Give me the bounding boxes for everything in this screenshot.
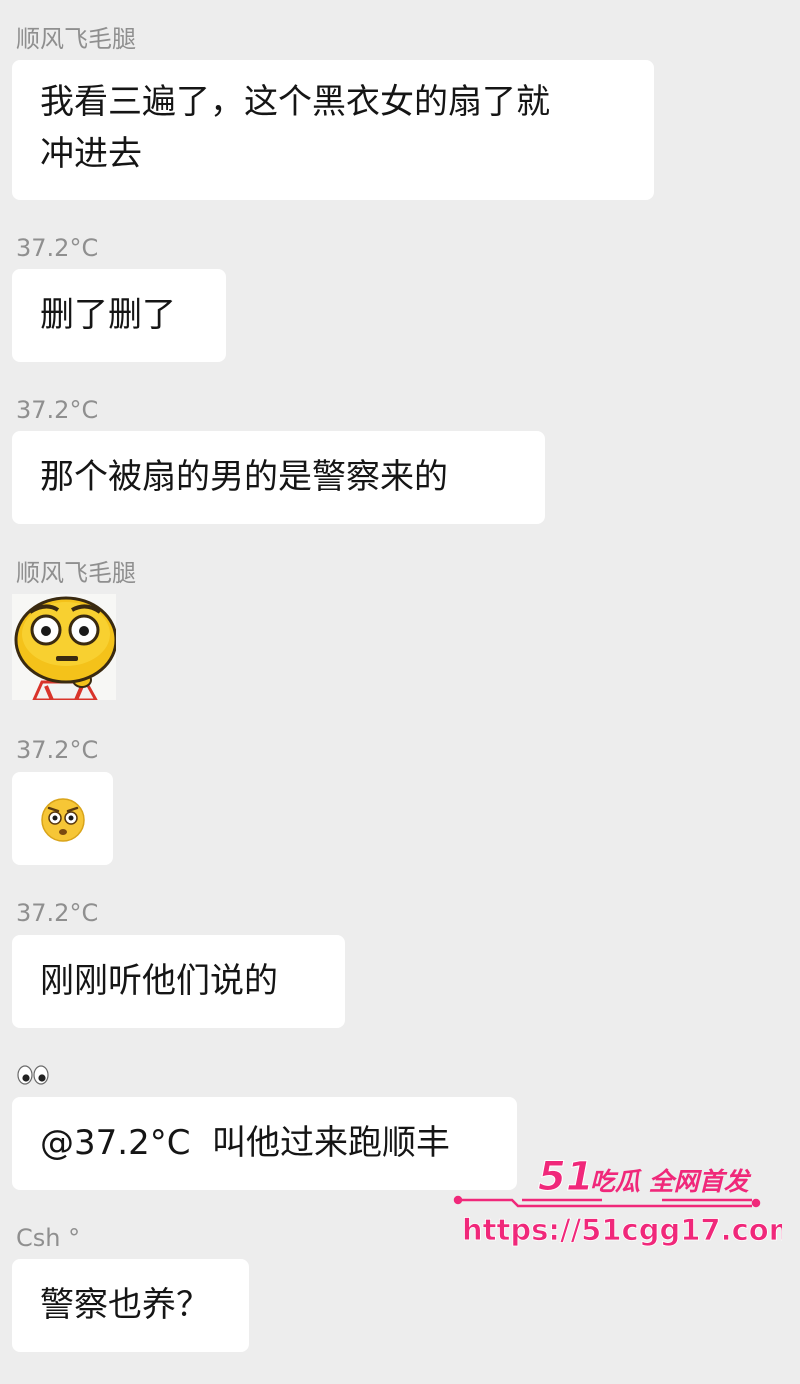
circuit-line-decoration: [453, 1195, 761, 1208]
message-bubble[interactable]: 删了删了: [12, 269, 226, 362]
sender-name: 37.2°C: [16, 234, 99, 262]
message-bubble[interactable]: [12, 772, 113, 865]
sender-name: 顺风飞毛腿: [16, 559, 136, 587]
sender-name: 顺风飞毛腿: [16, 25, 136, 53]
eyes-icon: [17, 1065, 49, 1085]
message-bubble[interactable]: 刚刚听他们说的: [12, 935, 345, 1028]
wide-eyed-emoji-icon: [41, 798, 85, 842]
sender-name: Csh °: [16, 1224, 81, 1252]
sender-name: 37.2°C: [16, 396, 99, 424]
message-text: 警察也养？: [40, 1285, 210, 1325]
message-bubble[interactable]: 警察也养？: [12, 1259, 249, 1352]
message-bubble[interactable]: 那个被扇的男的是警察来的: [12, 431, 545, 524]
message-text: @37.2°C 叫他过来跑顺丰: [40, 1123, 451, 1163]
watermark-slogan: 吃瓜 全网首发: [590, 1167, 752, 1196]
message-text: 刚刚听他们说的: [40, 961, 278, 1001]
message-text: 删了删了: [40, 295, 176, 335]
watermark: 51 吃瓜 全网首发 https://51cgg17.com: [452, 1148, 799, 1260]
shocked-yellow-face-sticker[interactable]: [12, 594, 116, 700]
sender-name: 37.2°C: [16, 899, 99, 927]
message-text: 那个被扇的男的是警察来的: [40, 457, 448, 497]
message-bubble[interactable]: @37.2°C 叫他过来跑顺丰: [12, 1097, 517, 1190]
watermark-graphic: 51 吃瓜 全网首发 https://51cgg17.com: [453, 1154, 799, 1247]
sticker-image: [12, 594, 116, 700]
message-bubble[interactable]: 我看三遍了，这个黑衣女的扇了就 冲进去: [12, 60, 654, 200]
message-text: 我看三遍了，这个黑衣女的扇了就 冲进去: [40, 82, 550, 174]
sender-name: 37.2°C: [16, 736, 99, 764]
watermark-brand: 51: [538, 1154, 594, 1200]
watermark-url: https://51cgg17.com: [462, 1213, 782, 1247]
